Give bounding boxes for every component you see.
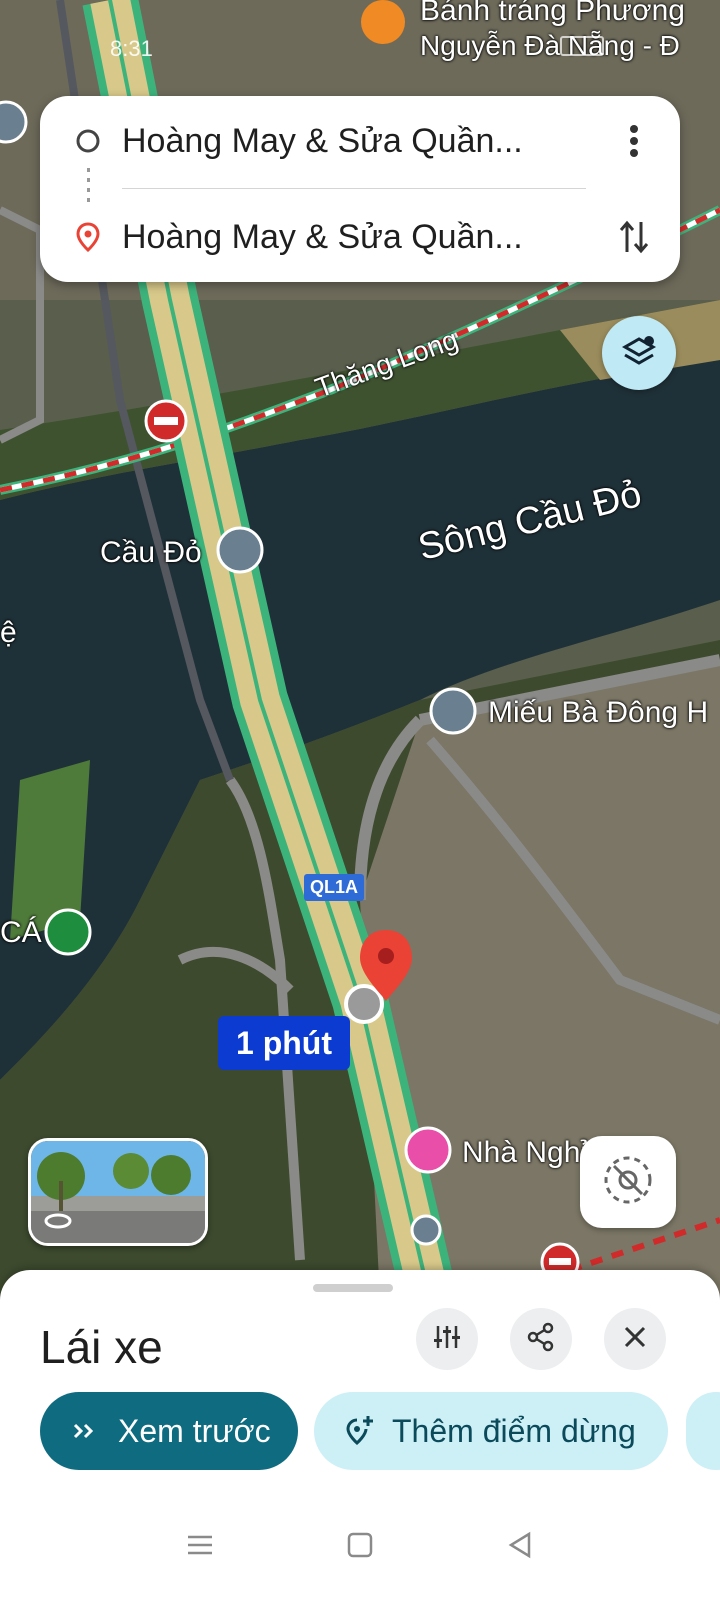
destination-row[interactable]: Hoàng May & Sửa Quần... (40, 192, 680, 282)
preview-label: Xem trước (118, 1412, 271, 1449)
origin-circle-icon (74, 127, 102, 155)
double-chevron-icon (68, 1414, 102, 1448)
home-nav-icon[interactable] (345, 1530, 375, 1560)
share-button[interactable] (510, 1308, 572, 1370)
add-location-icon (342, 1414, 376, 1448)
add-stop-label: Thêm điểm dừng (392, 1412, 636, 1449)
share-icon (526, 1322, 556, 1357)
close-icon (623, 1325, 647, 1354)
recenter-button[interactable] (580, 1136, 676, 1228)
origin-field[interactable]: Hoàng May & Sửa Quần... (122, 122, 523, 161)
eta-label[interactable]: 1 phút (218, 1016, 350, 1070)
route-card: Hoàng May & Sửa Quần... Hoàng May & Sửa … (40, 96, 680, 282)
add-stop-button[interactable]: Thêm điểm dừng (314, 1392, 668, 1470)
rotate-360-icon (43, 1211, 73, 1236)
street-view-thumbnail[interactable] (28, 1138, 208, 1246)
map-label-left-edge-2: ệ (0, 616, 17, 649)
map-label-left-edge: CÁ (0, 916, 42, 949)
map-label-restaurant-sub: Nguyễn Đà Nẵng - Đ (420, 30, 680, 61)
location-off-icon (598, 1150, 658, 1215)
back-nav-icon[interactable] (505, 1530, 535, 1560)
map-label-temple[interactable]: Miếu Bà Đông H (488, 696, 708, 730)
layers-button[interactable] (602, 316, 676, 390)
route-divider (122, 188, 586, 189)
sliders-icon (432, 1322, 462, 1357)
destination-field[interactable]: Hoàng May & Sửa Quần... (122, 218, 523, 257)
system-nav-bar (0, 1490, 720, 1600)
menu-nav-icon[interactable] (185, 1530, 215, 1560)
drag-handle[interactable] (313, 1284, 393, 1292)
travel-mode-title: Lái xe (40, 1321, 163, 1373)
more-actions-chip[interactable] (686, 1392, 720, 1470)
destination-pin-icon (74, 222, 102, 252)
map-label-bridge[interactable]: Cầu Đỏ (100, 536, 202, 570)
origin-row[interactable]: Hoàng May & Sửa Quần... (40, 96, 680, 186)
status-time: 8:31 (110, 36, 153, 61)
battery-icon (560, 36, 604, 56)
close-button[interactable] (604, 1308, 666, 1370)
highway-shield: QL1A (304, 874, 365, 901)
map-label-restaurant[interactable]: Bánh tráng Phương (420, 0, 685, 28)
preview-button[interactable]: Xem trước (40, 1392, 298, 1470)
layers-icon (619, 331, 659, 376)
more-options-icon[interactable] (612, 119, 656, 163)
route-options-button[interactable] (416, 1308, 478, 1370)
swap-directions-icon[interactable] (612, 215, 656, 259)
